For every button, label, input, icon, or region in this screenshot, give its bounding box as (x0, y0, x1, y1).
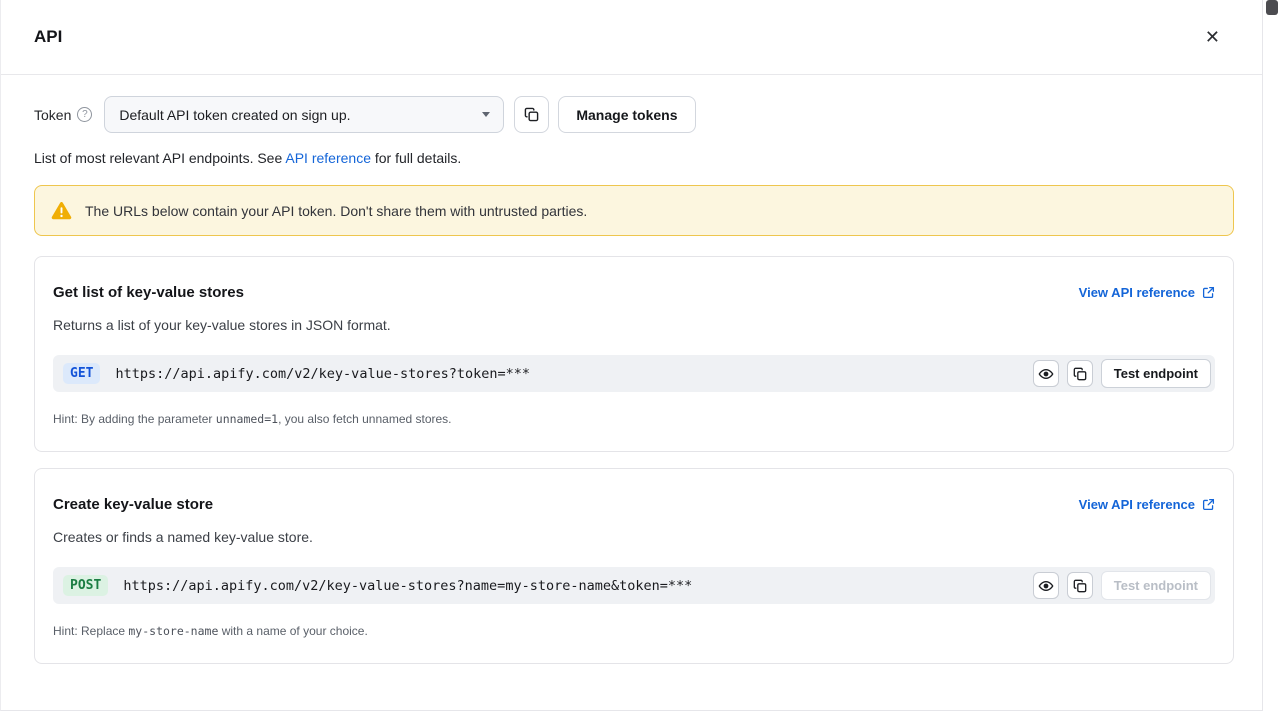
test-endpoint-button[interactable]: Test endpoint (1101, 571, 1211, 600)
reveal-token-button[interactable] (1033, 572, 1059, 599)
copy-icon (1073, 579, 1087, 593)
hint-code: unnamed=1 (216, 412, 278, 426)
copy-url-button[interactable] (1067, 572, 1093, 599)
endpoint-description: Returns a list of your key-value stores … (53, 317, 1215, 333)
endpoint-url: https://api.apify.com/v2/key-value-store… (123, 578, 1032, 594)
hint-before: Hint: Replace (53, 624, 128, 638)
token-label: Token (34, 107, 71, 123)
help-icon[interactable]: ? (77, 107, 92, 122)
hint-code: my-store-name (128, 624, 218, 638)
endpoint-title: Get list of key-value stores (53, 284, 244, 301)
warning-banner: The URLs below contain your API token. D… (34, 185, 1234, 236)
endpoint-card-create-store: Create key-value store View API referenc… (34, 468, 1234, 664)
eye-icon (1038, 366, 1054, 382)
modal-header: API ✕ (1, 0, 1262, 75)
hint-before: Hint: By adding the parameter (53, 412, 216, 426)
token-select-value: Default API token created on sign up. (119, 107, 350, 123)
method-badge: GET (63, 363, 100, 384)
endpoint-hint: Hint: By adding the parameter unnamed=1,… (53, 412, 1215, 426)
endpoint-card-get-list: Get list of key-value stores View API re… (34, 256, 1234, 452)
api-reference-link[interactable]: API reference (285, 150, 371, 166)
warning-icon (51, 201, 72, 220)
card-head: Get list of key-value stores View API re… (53, 284, 1215, 301)
chevron-down-icon (482, 112, 490, 117)
endpoint-url: https://api.apify.com/v2/key-value-store… (115, 366, 1032, 382)
close-icon: ✕ (1205, 27, 1220, 47)
endpoint-url-bar: POST https://api.apify.com/v2/key-value-… (53, 567, 1215, 604)
test-endpoint-button[interactable]: Test endpoint (1101, 359, 1211, 388)
help-glyph: ? (82, 110, 88, 120)
close-button[interactable]: ✕ (1201, 24, 1224, 50)
url-actions: Test endpoint (1033, 571, 1211, 600)
scrollbar-track[interactable] (1263, 0, 1281, 711)
method-badge: POST (63, 575, 108, 596)
copy-token-button[interactable] (514, 96, 549, 133)
copy-url-button[interactable] (1067, 360, 1093, 387)
eye-icon (1038, 578, 1054, 594)
api-modal: API ✕ Token ? Default API token created … (0, 0, 1263, 711)
endpoint-title: Create key-value store (53, 496, 213, 513)
manage-tokens-button[interactable]: Manage tokens (558, 96, 695, 133)
copy-icon (1073, 367, 1087, 381)
page-title: API (34, 27, 62, 47)
url-actions: Test endpoint (1033, 359, 1211, 388)
intro-before: List of most relevant API endpoints. See (34, 150, 285, 166)
intro-after: for full details. (371, 150, 461, 166)
view-api-reference-label: View API reference (1079, 285, 1195, 300)
token-row: Token ? Default API token created on sig… (34, 96, 1234, 133)
hint-after: , you also fetch unnamed stores. (278, 412, 451, 426)
card-head: Create key-value store View API referenc… (53, 496, 1215, 513)
intro-text: List of most relevant API endpoints. See… (34, 150, 1234, 166)
view-api-reference-label: View API reference (1079, 497, 1195, 512)
view-api-reference-link[interactable]: View API reference (1079, 497, 1215, 512)
reveal-token-button[interactable] (1033, 360, 1059, 387)
external-link-icon (1202, 286, 1215, 299)
warning-text: The URLs below contain your API token. D… (85, 203, 587, 219)
modal-content: Token ? Default API token created on sig… (1, 75, 1262, 664)
endpoint-url-bar: GET https://api.apify.com/v2/key-value-s… (53, 355, 1215, 392)
scrollbar-thumb[interactable] (1266, 0, 1278, 15)
endpoint-description: Creates or finds a named key-value store… (53, 529, 1215, 545)
hint-after: with a name of your choice. (218, 624, 367, 638)
copy-icon (524, 107, 539, 122)
token-select[interactable]: Default API token created on sign up. (104, 96, 504, 133)
endpoint-hint: Hint: Replace my-store-name with a name … (53, 624, 1215, 638)
view-api-reference-link[interactable]: View API reference (1079, 285, 1215, 300)
external-link-icon (1202, 498, 1215, 511)
